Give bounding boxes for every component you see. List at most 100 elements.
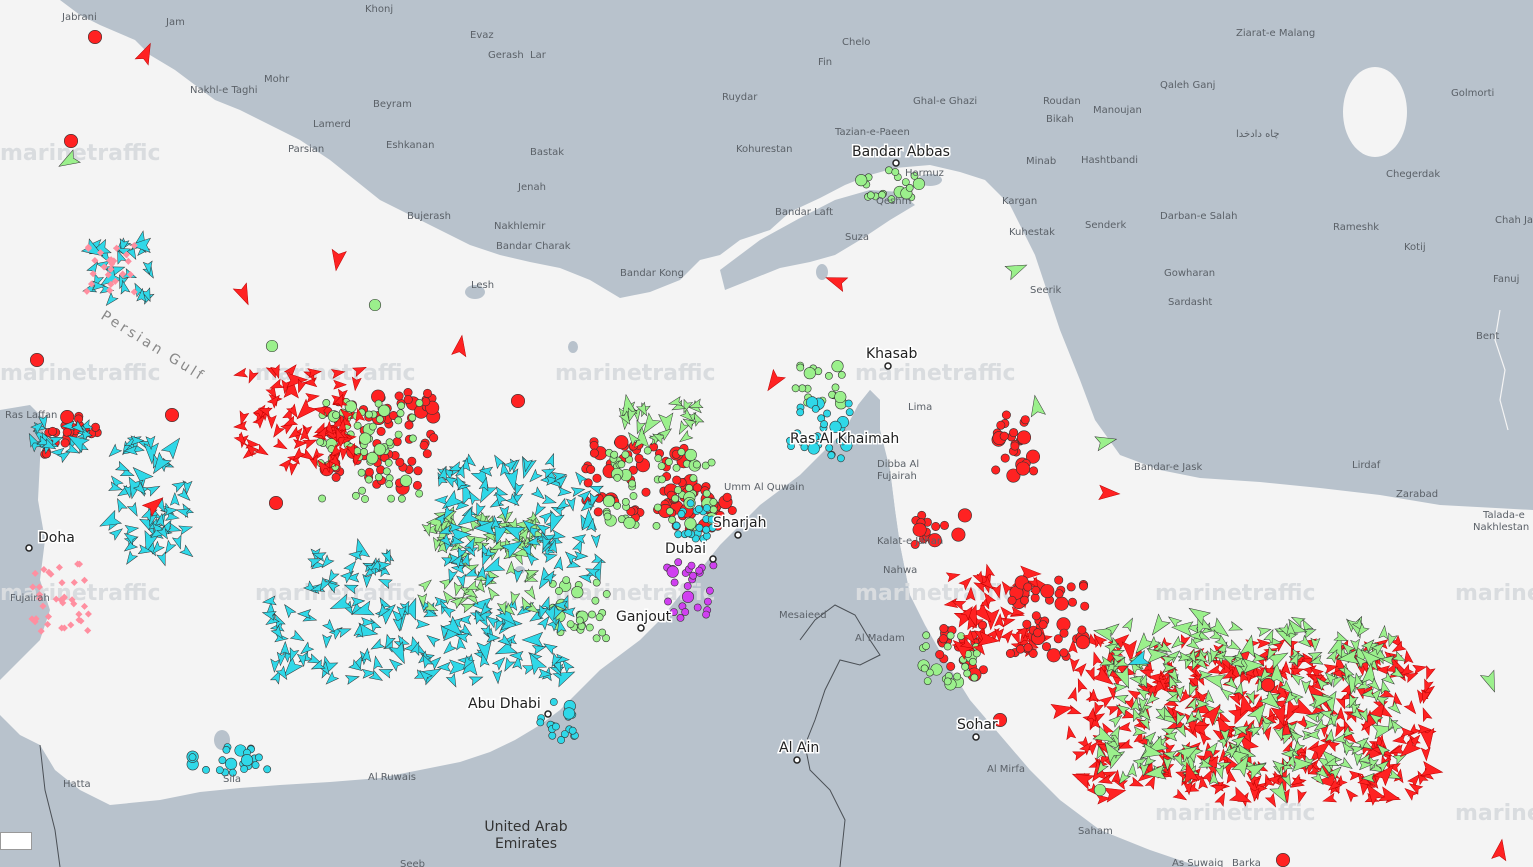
- vessel-passenger-marker[interactable]: [240, 754, 254, 767]
- vessel-cargo-marker[interactable]: [385, 480, 394, 489]
- vessel-cargo-marker[interactable]: [602, 495, 616, 508]
- vessel-pleasure-marker[interactable]: [695, 566, 703, 575]
- vessel-cargo-marker[interactable]: [602, 590, 611, 598]
- vessel-cargo-marker[interactable]: [562, 576, 571, 584]
- vessel-cargo-marker[interactable]: [665, 457, 673, 466]
- vessel-cargo-marker[interactable]: [384, 458, 393, 467]
- vessel-cargo-marker[interactable]: [885, 166, 893, 175]
- vessel-tanker-marker[interactable]: [1260, 677, 1276, 693]
- vessel-cargo-marker[interactable]: [953, 672, 962, 681]
- vessel-tanker-marker[interactable]: [62, 427, 72, 437]
- vessel-tanker-marker[interactable]: [722, 492, 732, 502]
- vessel-tanker-marker[interactable]: [991, 465, 1001, 475]
- vessel-cargo-marker[interactable]: [905, 183, 914, 192]
- vessel-cargo-marker[interactable]: [707, 458, 716, 467]
- vessel-tanker-marker[interactable]: [1009, 428, 1019, 438]
- vessel-tanker-marker[interactable]: [48, 426, 58, 436]
- vessel-pleasure-marker[interactable]: [687, 561, 696, 570]
- vessel-passenger-marker[interactable]: [562, 707, 576, 720]
- vessel-tanker-marker[interactable]: [1042, 642, 1052, 652]
- vessel-cargo-marker[interactable]: [316, 437, 325, 446]
- vessel-tanker-marker[interactable]: [1038, 620, 1048, 630]
- vessel-tanker-marker[interactable]: [404, 420, 414, 430]
- vessel-cargo-marker[interactable]: [613, 473, 622, 482]
- vessel-tanker-marker[interactable]: [935, 649, 945, 659]
- vessel-cargo-marker[interactable]: [397, 401, 406, 410]
- vessel-tanker-marker[interactable]: [1077, 625, 1087, 635]
- vessel-tanker-marker[interactable]: [1054, 596, 1069, 611]
- vessel-tanker-marker[interactable]: [60, 438, 70, 448]
- vessel-tanker-marker[interactable]: [395, 457, 405, 467]
- vessel-tanker-marker[interactable]: [1054, 589, 1064, 599]
- vessel-tanker-marker[interactable]: [29, 352, 45, 368]
- vessel-tanker-marker[interactable]: [938, 634, 948, 644]
- vessel-tanker-marker[interactable]: [592, 473, 602, 483]
- vessel-tanker-marker[interactable]: [407, 456, 417, 466]
- vessel-cargo-marker[interactable]: [654, 454, 663, 463]
- vessel-pleasure-marker[interactable]: [693, 603, 702, 612]
- vessel-tanker-marker[interactable]: [364, 467, 374, 477]
- vessel-cargo-marker[interactable]: [825, 371, 833, 380]
- vessel-cargo-marker[interactable]: [623, 516, 636, 529]
- vessel-pleasure-marker[interactable]: [674, 558, 683, 567]
- vessel-passenger-marker[interactable]: [823, 409, 831, 418]
- vessel-pleasure-marker[interactable]: [670, 578, 679, 587]
- vessel-tanker-marker[interactable]: [268, 495, 284, 511]
- vessel-pleasure-marker[interactable]: [704, 597, 712, 606]
- vessel-tanker-marker[interactable]: [510, 393, 526, 409]
- vessel-cargo-marker[interactable]: [963, 669, 972, 678]
- vessel-tanker-marker[interactable]: [586, 464, 596, 474]
- vessel-cargo-marker[interactable]: [353, 421, 362, 430]
- vessel-passenger-marker[interactable]: [845, 408, 854, 417]
- vessel-cargo-marker[interactable]: [373, 443, 386, 456]
- vessel-cargo-marker[interactable]: [946, 631, 955, 640]
- vessel-cargo-marker[interactable]: [588, 610, 596, 619]
- vessel-cargo-marker[interactable]: [394, 430, 403, 439]
- vessel-cargo-marker[interactable]: [920, 664, 929, 673]
- vessel-cargo-marker[interactable]: [674, 486, 682, 494]
- vessel-tanker-marker[interactable]: [1015, 644, 1025, 654]
- vessel-cargo-marker[interactable]: [368, 298, 382, 312]
- vessel-passenger-marker[interactable]: [844, 399, 853, 408]
- vessel-tanker-marker[interactable]: [1029, 466, 1039, 476]
- vessel-cargo-marker[interactable]: [566, 620, 575, 628]
- vessel-cargo-marker[interactable]: [961, 662, 969, 671]
- vessel-pleasure-marker[interactable]: [702, 610, 710, 619]
- vessel-cargo-marker[interactable]: [837, 370, 846, 379]
- vessel-cargo-marker[interactable]: [344, 400, 357, 413]
- vessel-tanker-marker[interactable]: [672, 475, 682, 485]
- vessel-tanker-marker[interactable]: [1016, 430, 1032, 445]
- vessel-cargo-marker[interactable]: [397, 494, 406, 503]
- vessel-tanker-marker[interactable]: [1054, 575, 1064, 585]
- vessel-cargo-marker[interactable]: [358, 486, 366, 495]
- vessel-tanker-marker[interactable]: [1023, 643, 1033, 653]
- vessel-passenger-marker[interactable]: [674, 530, 683, 539]
- vessel-cargo-marker[interactable]: [603, 512, 612, 521]
- vessel-cargo-marker[interactable]: [585, 623, 594, 632]
- vessel-cargo-marker[interactable]: [368, 422, 377, 431]
- vessel-cargo-marker[interactable]: [798, 384, 807, 393]
- vessel-tanker-marker[interactable]: [1080, 601, 1090, 611]
- vessel-cargo-marker[interactable]: [834, 390, 847, 404]
- vessel-passenger-marker[interactable]: [225, 757, 238, 770]
- vessel-tanker-marker[interactable]: [1020, 415, 1030, 425]
- vessel-tanker-marker[interactable]: [614, 435, 629, 450]
- vessel-passenger-marker[interactable]: [684, 529, 693, 538]
- vessel-cargo-marker[interactable]: [598, 628, 607, 637]
- vessel-cargo-marker[interactable]: [943, 642, 952, 651]
- vessel-cargo-marker[interactable]: [671, 494, 680, 503]
- vessel-cargo-marker[interactable]: [322, 398, 331, 407]
- vessel-cargo-marker[interactable]: [394, 416, 403, 425]
- vessel-tanker-marker[interactable]: [931, 521, 941, 531]
- vessel-cargo-marker[interactable]: [803, 367, 816, 380]
- vessel-tanker-marker[interactable]: [1046, 648, 1061, 663]
- vessel-cargo-marker[interactable]: [396, 409, 405, 418]
- vessel-tanker-marker[interactable]: [91, 422, 101, 432]
- vessel-tanker-marker[interactable]: [394, 391, 404, 401]
- vessel-tanker-marker[interactable]: [1015, 461, 1031, 476]
- vessel-cargo-marker[interactable]: [672, 463, 681, 472]
- vessel-cargo-marker[interactable]: [415, 489, 424, 498]
- vessel-tanker-marker[interactable]: [1075, 635, 1090, 650]
- vessel-cargo-marker[interactable]: [629, 492, 638, 500]
- vessel-cargo-marker[interactable]: [364, 475, 373, 484]
